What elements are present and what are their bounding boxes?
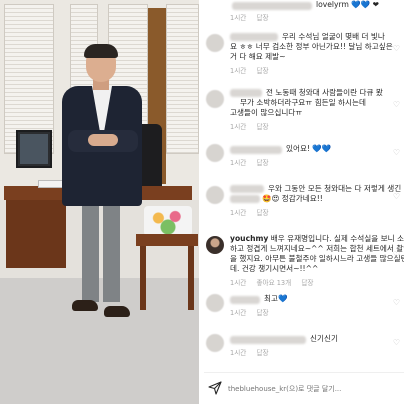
avatar[interactable] (206, 34, 224, 52)
comment-text: 거 다 해요 제발~ (230, 52, 286, 61)
avatar[interactable] (206, 186, 224, 204)
person-leg (82, 198, 99, 302)
comment-time: 1시간 (230, 67, 247, 75)
comment-meta: 1시간 답장 (230, 65, 269, 75)
person-hair (84, 44, 118, 58)
reply-link[interactable]: 답장 (256, 14, 268, 22)
table-leg (140, 246, 146, 310)
blurred-username (230, 336, 306, 344)
side-table (136, 234, 198, 246)
comment-text: 무가 소박하더라구요ㅠ 힘든일 하시는데 (240, 98, 367, 107)
office-floor (0, 278, 199, 404)
comment-meta: 1시간 답장 (230, 307, 269, 317)
reply-link[interactable]: 답장 (256, 123, 268, 131)
comment-username[interactable]: youchmy (230, 234, 268, 243)
reply-link[interactable]: 답장 (256, 309, 268, 317)
like-count[interactable]: 좋아요 13개 (256, 279, 291, 287)
person-shoe (72, 300, 98, 311)
blurred-username (230, 33, 278, 41)
reply-link[interactable]: 답장 (256, 159, 268, 167)
reply-link[interactable]: 답장 (256, 67, 268, 75)
comment-time: 1시간 (230, 279, 247, 287)
comment-text: 우와 그동안 모든 청와대는 다 저렇게 생긴 (268, 184, 402, 193)
comment-text: 전 노동때 청와대 사람들이란 다큐 봤 (266, 88, 383, 97)
comment-meta: 1시간 좋아요 13개 답장 (230, 277, 313, 287)
like-heart-icon[interactable]: ♡ (393, 298, 400, 307)
window-blind (166, 4, 199, 154)
comment-time: 1시간 (230, 349, 247, 357)
desk-drawer (6, 200, 66, 268)
blurred-text (230, 195, 260, 203)
comment-text: 우리 수석님 얼굴이 몇배 더 빛나 (282, 32, 385, 41)
comment-text: 고생들이 많으십니다ㅠ (230, 108, 303, 117)
comment-text: 있어요! 💙💙 (286, 144, 332, 153)
comment-meta: 1시간 답장 (230, 157, 269, 167)
like-heart-icon[interactable]: ♡ (393, 44, 400, 53)
avatar[interactable] (206, 294, 224, 312)
comments-panel[interactable]: 1시간 답장 lovelyrm 💙💙 ❤ 우리 수석님 얼굴이 몇배 더 빛나 … (204, 0, 404, 404)
comment-line: 배우 유재명입니다. 실제 수석실을 보니 소박 (270, 234, 404, 243)
reply-link[interactable]: 답장 (301, 279, 313, 287)
reply-bar (204, 372, 404, 404)
avatar[interactable] (206, 90, 224, 108)
person-shoe (104, 306, 130, 317)
comment-text: 하고 정겹게 느껴지네요~^^ 저희는 합천 세트에서 촬영 (230, 244, 404, 253)
blurred-username (230, 146, 282, 154)
comment-time: 1시간 (230, 14, 247, 22)
comment-text: youchmy 배우 유재명입니다. 실제 수석실을 보니 소박 (230, 234, 404, 245)
blurred-username (230, 89, 262, 97)
blurred-username (230, 296, 260, 304)
comment-meta: 1시간 답장 (230, 121, 269, 131)
office-portrait-photo (0, 0, 199, 404)
reply-link[interactable]: 답장 (256, 349, 268, 357)
comment-time: 1시간 (230, 159, 247, 167)
comment-input[interactable] (228, 382, 398, 396)
comment-time: 1시간 (230, 309, 247, 317)
flower-basket (144, 206, 192, 236)
comment-meta: 1시간 답장 (230, 207, 269, 217)
comment-text: 최고💙 (264, 294, 288, 303)
avatar[interactable] (206, 236, 224, 254)
comment-text: 을 했지요. 아무튼 불철주야 일하시느라 고생들 많으실텐 (230, 254, 404, 263)
person-leg (103, 198, 120, 302)
reply-link[interactable]: 답장 (256, 209, 268, 217)
like-heart-icon[interactable]: ♡ (393, 250, 400, 259)
like-heart-icon[interactable]: ♡ (393, 338, 400, 347)
blurred-username (232, 2, 312, 10)
comment-meta: 1시간 답장 (230, 12, 269, 22)
like-heart-icon[interactable]: ♡ (393, 100, 400, 109)
person-hands (88, 134, 118, 146)
comment-text: lovelyrm 💙💙 ❤ (316, 0, 380, 9)
table-leg (188, 246, 194, 310)
like-heart-icon[interactable]: ♡ (393, 192, 400, 201)
comment-meta: 1시간 답장 (230, 347, 269, 357)
comment-text: 🤩😍 정감가네요!! (262, 194, 323, 203)
comment-time: 1시간 (230, 209, 247, 217)
comment-text: 데. 건강 챙기시면서~!!^^ (230, 264, 319, 273)
avatar[interactable] (206, 334, 224, 352)
comment-text: 신기신기 (310, 334, 338, 343)
comment-time: 1시간 (230, 123, 247, 131)
comment-text: 요 ㅎㅎ 너무 검소한 정부 아닌가요!! 달님 하고싶은 (230, 42, 393, 51)
blurred-username (230, 185, 264, 193)
send-icon[interactable] (208, 381, 222, 395)
avatar[interactable] (206, 144, 224, 162)
like-heart-icon[interactable]: ♡ (393, 148, 400, 157)
monitor-screen (20, 134, 48, 164)
